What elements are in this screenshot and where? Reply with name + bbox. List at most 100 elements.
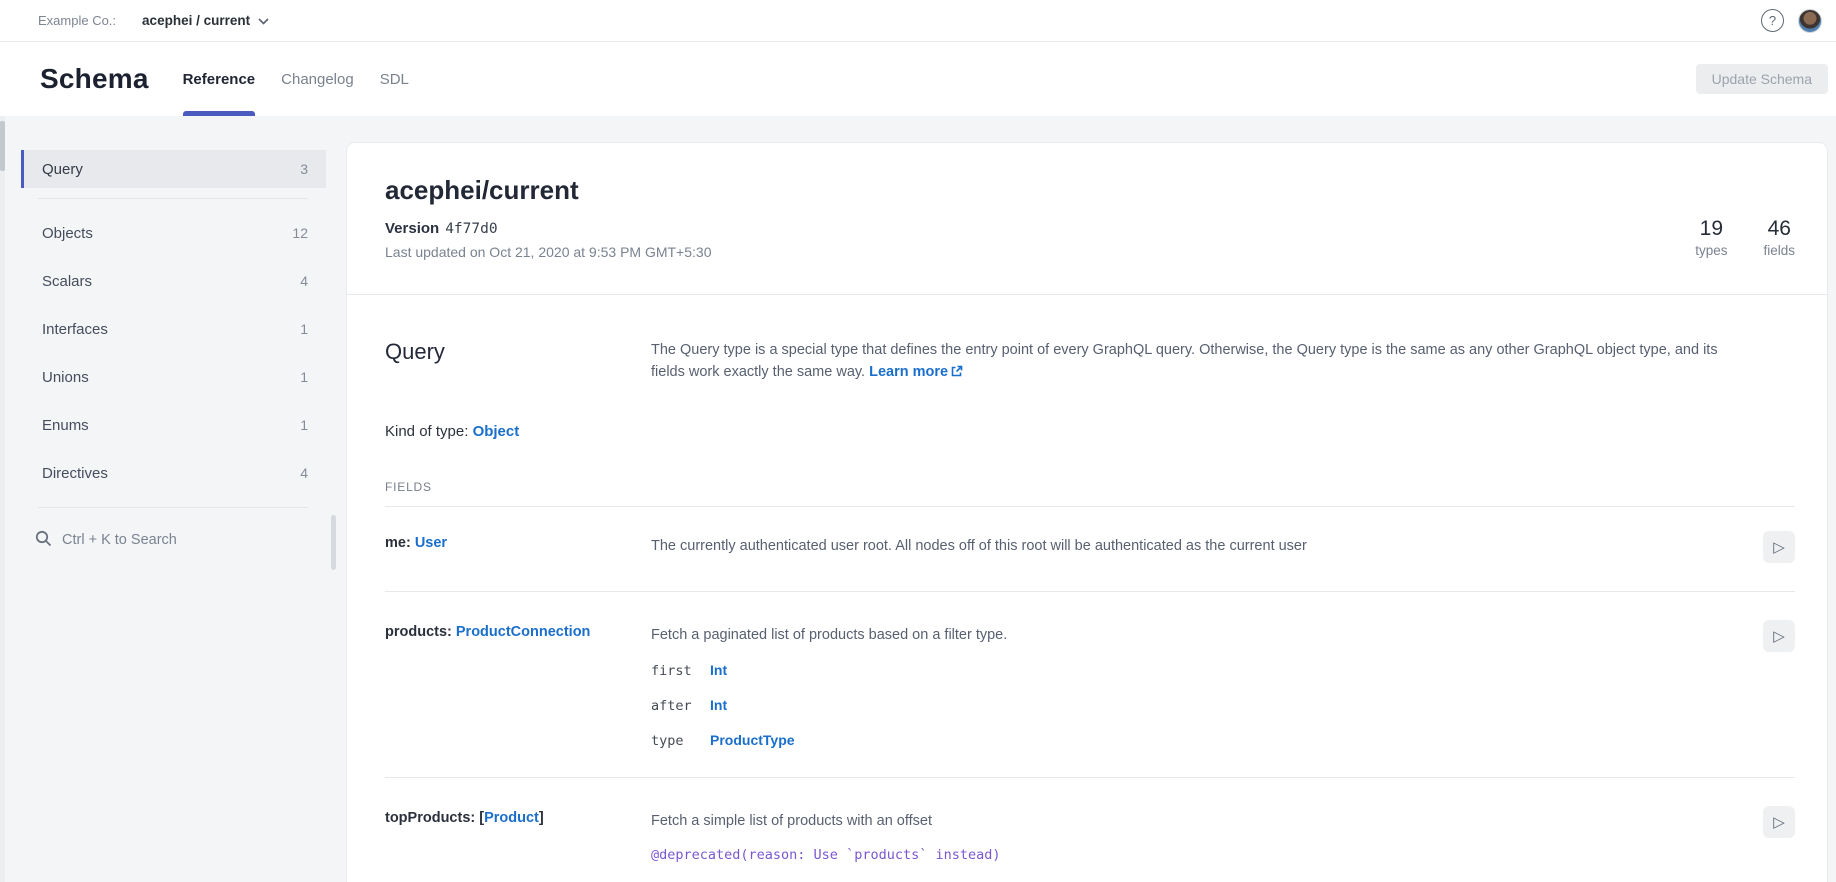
play-icon: ▷ <box>1773 627 1785 645</box>
schema-type-sidebar: Query 3 Objects 12 Scalars 4 Interfaces … <box>21 116 326 882</box>
user-avatar[interactable] <box>1798 9 1822 33</box>
field-args: first Int after Int type ProductType <box>651 662 1763 749</box>
query-type-section: Query The Query type is a special type t… <box>347 295 1827 882</box>
learn-more-link[interactable]: Learn more <box>869 364 948 380</box>
arg-row: type ProductType <box>651 732 1763 749</box>
sidebar-divider <box>38 507 308 508</box>
play-icon: ▷ <box>1773 813 1785 831</box>
tab-sdl[interactable]: SDL <box>380 42 409 116</box>
sidebar-item-query[interactable]: Query 3 <box>21 150 326 188</box>
arg-name: first <box>651 663 710 679</box>
sidebar-item-label: Objects <box>42 225 93 242</box>
search-icon <box>35 530 52 551</box>
sidebar-nav-list: Objects 12 Scalars 4 Interfaces 1 Unions… <box>21 209 326 497</box>
sidebar-item-scalars[interactable]: Scalars 4 <box>21 257 326 305</box>
stat-label: types <box>1695 243 1727 258</box>
kind-value-link[interactable]: Object <box>473 423 520 440</box>
tab-bar: Reference Changelog SDL <box>183 42 409 116</box>
org-label: Example Co.: <box>38 13 116 28</box>
sidebar-item-count: 12 <box>292 225 308 241</box>
sidebar-item-count: 4 <box>300 465 308 481</box>
arg-type-link[interactable]: Int <box>710 662 727 678</box>
topbar: Example Co.: acephei / current ? <box>0 0 1836 42</box>
schema-reference-card: acephei/current Version4f77d0 Last updat… <box>347 143 1827 882</box>
graph-selector-dropdown[interactable]: acephei / current <box>142 13 269 28</box>
schema-search-trigger[interactable]: Ctrl + K to Search <box>21 518 326 562</box>
page-header: Schema Reference Changelog SDL Update Sc… <box>0 42 1836 116</box>
field-name: products: <box>385 624 456 640</box>
sidebar-item-label: Unions <box>42 369 89 386</box>
field-type-bracket: ] <box>539 810 544 826</box>
version-line: Version4f77d0 <box>385 220 711 237</box>
field-type-link[interactable]: ProductConnection <box>456 624 591 640</box>
page-body: Query 3 Objects 12 Scalars 4 Interfaces … <box>0 116 1836 882</box>
field-type-link[interactable]: User <box>415 535 447 551</box>
update-schema-button[interactable]: Update Schema <box>1696 64 1828 94</box>
sidebar-item-enums[interactable]: Enums 1 <box>21 401 326 449</box>
search-placeholder: Ctrl + K to Search <box>62 532 177 548</box>
field-name: topProducts: <box>385 810 479 826</box>
field-type-link[interactable]: Product <box>484 810 539 826</box>
arg-type-link[interactable]: ProductType <box>710 732 795 748</box>
type-name-heading: Query <box>385 339 651 383</box>
type-description: The Query type is a special type that de… <box>651 339 1795 383</box>
field-row-me: me: User The currently authenticated use… <box>385 507 1795 591</box>
graph-title: acephei/current <box>385 175 711 206</box>
field-signature: me: User <box>385 535 651 563</box>
run-in-explorer-button[interactable]: ▷ <box>1763 531 1795 563</box>
sidebar-item-unions[interactable]: Unions 1 <box>21 353 326 401</box>
arg-type-link[interactable]: Int <box>710 697 727 713</box>
run-in-explorer-button[interactable]: ▷ <box>1763 806 1795 838</box>
sidebar-item-count: 1 <box>300 321 308 337</box>
stat-label: fields <box>1763 243 1795 258</box>
field-description: Fetch a paginated list of products based… <box>651 624 1763 646</box>
sidebar-divider <box>38 198 308 199</box>
help-icon[interactable]: ? <box>1761 9 1784 32</box>
run-in-explorer-button[interactable]: ▷ <box>1763 620 1795 652</box>
arg-row: first Int <box>651 662 1763 679</box>
field-description: Fetch a simple list of products with an … <box>651 810 1763 832</box>
schema-stats: 19 types 46 fields <box>1695 217 1795 260</box>
arg-name: type <box>651 733 710 749</box>
field-signature: products: ProductConnection <box>385 624 651 749</box>
graph-summary-header: acephei/current Version4f77d0 Last updat… <box>347 143 1827 294</box>
stat-fields: 46 fields <box>1763 217 1795 258</box>
sidebar-item-count: 4 <box>300 273 308 289</box>
sidebar-item-interfaces[interactable]: Interfaces 1 <box>21 305 326 353</box>
version-label: Version <box>385 220 439 237</box>
sidebar-item-directives[interactable]: Directives 4 <box>21 449 326 497</box>
sidebar-item-count: 3 <box>300 161 308 177</box>
page-title: Schema <box>40 63 149 95</box>
play-icon: ▷ <box>1773 538 1785 556</box>
graph-summary-left: acephei/current Version4f77d0 Last updat… <box>385 175 711 260</box>
tab-reference[interactable]: Reference <box>183 42 256 116</box>
graph-selector-label: acephei / current <box>142 13 250 28</box>
sidebar-scrollbar-thumb[interactable] <box>331 515 336 570</box>
stat-value: 46 <box>1763 217 1795 241</box>
field-name: me: <box>385 535 415 551</box>
deprecated-directive: @deprecated(reason: Use `products` inste… <box>651 847 1763 863</box>
fields-section-label: FIELDS <box>385 480 1795 494</box>
chevron-down-icon <box>258 13 269 28</box>
sidebar-item-label: Scalars <box>42 273 92 290</box>
kind-label: Kind of type: <box>385 423 473 440</box>
type-heading-row: Query The Query type is a special type t… <box>385 339 1795 383</box>
window-scrollbar-track <box>0 116 5 882</box>
sidebar-item-count: 1 <box>300 417 308 433</box>
sidebar-item-label: Directives <box>42 465 108 482</box>
sidebar-item-objects[interactable]: Objects 12 <box>21 209 326 257</box>
external-link-icon <box>948 364 963 380</box>
sidebar-item-label: Enums <box>42 417 89 434</box>
field-signature: topProducts: [Product] <box>385 810 651 882</box>
window-scrollbar-thumb[interactable] <box>0 121 5 171</box>
field-detail: Fetch a paginated list of products based… <box>651 624 1763 749</box>
arg-row: after Int <box>651 697 1763 714</box>
kind-of-type-line: Kind of type: Object <box>385 423 1795 440</box>
field-description: The currently authenticated user root. A… <box>651 535 1763 563</box>
field-detail: Fetch a simple list of products with an … <box>651 810 1763 882</box>
tab-changelog[interactable]: Changelog <box>281 42 354 116</box>
sidebar-item-label: Query <box>42 161 83 178</box>
stat-value: 19 <box>1695 217 1727 241</box>
sidebar-item-count: 1 <box>300 369 308 385</box>
arg-name: after <box>651 698 710 714</box>
